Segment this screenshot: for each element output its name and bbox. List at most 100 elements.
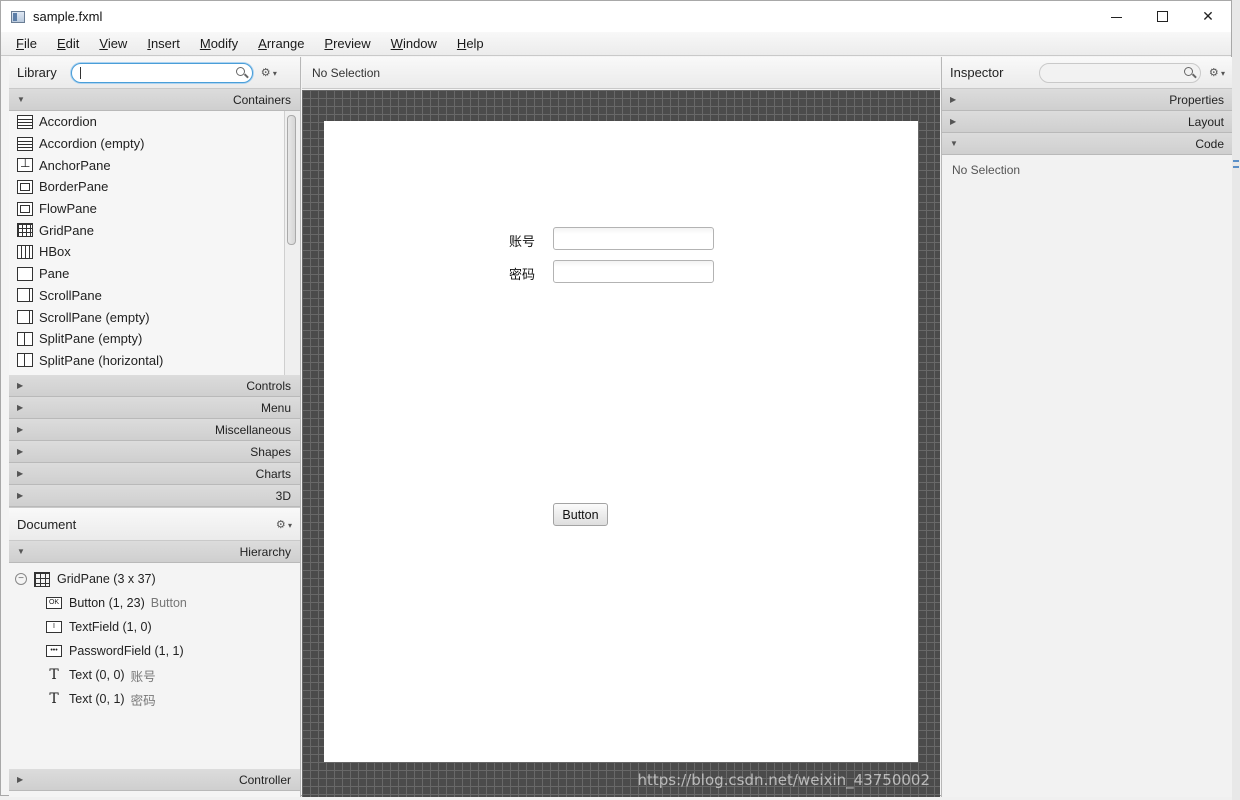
text-caret xyxy=(79,66,81,79)
library-gear-icon[interactable]: ⚙ xyxy=(261,66,277,79)
menu-window[interactable]: Window xyxy=(391,36,437,51)
triangle-down-icon: ▼ xyxy=(17,95,25,104)
menu-view[interactable]: View xyxy=(99,36,127,51)
menu-edit[interactable]: Edit xyxy=(57,36,79,51)
library-header: Library ⚙ xyxy=(9,57,300,89)
text-icon: T xyxy=(49,667,59,683)
account-field[interactable] xyxy=(553,227,714,250)
pane-icon xyxy=(17,266,33,281)
window-title: sample.fxml xyxy=(33,9,103,24)
minimize-button[interactable] xyxy=(1093,1,1139,32)
search-icon xyxy=(235,66,245,76)
app-window: sample.fxml ✕ File Edit View Insert Modi… xyxy=(0,0,1233,797)
design-canvas[interactable]: 账号 密码 Button https://blog.csdn.net/weixi… xyxy=(302,90,940,797)
tree-item[interactable]: OK Button (1, 23) Button xyxy=(9,591,300,615)
library-item[interactable]: SplitPane (horizontal) xyxy=(9,350,300,372)
collapse-icon[interactable]: − xyxy=(15,573,27,585)
flowpane-icon xyxy=(17,201,33,216)
inspector-title: Inspector xyxy=(950,65,1004,80)
library-list: Accordion Accordion (empty) AnchorPane B… xyxy=(9,111,300,375)
section-properties[interactable]: ▶ Properties xyxy=(942,89,1233,111)
library-item[interactable]: AnchorPane xyxy=(9,154,300,176)
library-item[interactable]: ScrollPane xyxy=(9,285,300,307)
library-item[interactable]: FlowPane xyxy=(9,198,300,220)
hierarchy-tree: − GridPane (3 x 37) OK Button (1, 23) But… xyxy=(9,563,300,769)
section-containers[interactable]: ▼ Containers xyxy=(9,89,300,111)
accordion-icon xyxy=(17,114,33,129)
library-title: Library xyxy=(17,65,57,80)
splitpane-icon xyxy=(17,331,33,346)
section-layout[interactable]: ▶ Layout xyxy=(942,111,1233,133)
scrollpane-icon xyxy=(17,310,33,325)
document-header: Document ⚙ xyxy=(9,507,300,541)
section-charts[interactable]: ▶ Charts xyxy=(9,463,300,485)
watermark: https://blog.csdn.net/weixin_43750002 xyxy=(637,771,930,789)
library-item[interactable]: SplitPane (empty) xyxy=(9,328,300,350)
library-scroll-track[interactable] xyxy=(284,111,300,375)
textfield-icon: I xyxy=(46,621,62,633)
close-button[interactable]: ✕ xyxy=(1185,1,1231,32)
section-shapes[interactable]: ▶ Shapes xyxy=(9,441,300,463)
content-breadcrumb: No Selection xyxy=(302,57,940,89)
triangle-right-icon: ▶ xyxy=(17,491,24,500)
tree-item[interactable]: I TextField (1, 0) xyxy=(9,615,300,639)
menu-insert[interactable]: Insert xyxy=(147,36,180,51)
library-item[interactable]: Accordion xyxy=(9,111,300,133)
selection-status: No Selection xyxy=(312,65,381,80)
triangle-right-icon: ▶ xyxy=(950,95,957,104)
password-field[interactable] xyxy=(553,260,714,283)
triangle-right-icon: ▶ xyxy=(17,403,24,412)
menu-file[interactable]: File xyxy=(16,36,37,51)
section-controls[interactable]: ▶ Controls xyxy=(9,375,300,397)
gridpane-stage[interactable]: 账号 密码 Button xyxy=(324,121,918,762)
section-menu[interactable]: ▶ Menu xyxy=(9,397,300,419)
library-item[interactable]: Accordion (empty) xyxy=(9,133,300,155)
accordion-icon xyxy=(17,136,33,151)
maximize-button[interactable] xyxy=(1139,1,1185,32)
inspector-gear-icon[interactable]: ⚙ xyxy=(1209,66,1225,79)
inspector-header: Inspector ⚙ xyxy=(942,57,1233,89)
triangle-down-icon: ▼ xyxy=(950,139,958,148)
app-icon xyxy=(11,10,25,23)
menu-modify[interactable]: Modify xyxy=(200,36,238,51)
scrollpane-icon xyxy=(17,288,33,303)
password-label[interactable]: 密码 xyxy=(509,264,535,283)
passwordfield-icon: ••• xyxy=(46,645,62,657)
gridpane-icon xyxy=(34,571,50,587)
section-hierarchy[interactable]: ▼ Hierarchy xyxy=(9,541,300,563)
tree-item[interactable]: T Text (0, 0) 账号 xyxy=(9,663,300,687)
menu-preview[interactable]: Preview xyxy=(324,36,370,51)
inspector-no-selection: No Selection xyxy=(952,163,1021,177)
search-icon xyxy=(1183,66,1193,76)
library-item[interactable]: ScrollPane (empty) xyxy=(9,306,300,328)
tree-root-gridpane[interactable]: − GridPane (3 x 37) xyxy=(9,567,300,591)
edge-mark xyxy=(1233,166,1239,168)
section-code[interactable]: ▼ Code xyxy=(942,133,1233,155)
account-label[interactable]: 账号 xyxy=(509,231,535,250)
inspector-search-input[interactable] xyxy=(1038,62,1201,83)
section-controller[interactable]: ▶ Controller xyxy=(9,769,300,791)
tree-item[interactable]: ••• PasswordField (1, 1) xyxy=(9,639,300,663)
close-icon: ✕ xyxy=(1202,8,1214,24)
menu-help[interactable]: Help xyxy=(457,36,484,51)
library-scrollbar-thumb[interactable] xyxy=(287,115,296,245)
section-miscellaneous[interactable]: ▶ Miscellaneous xyxy=(9,419,300,441)
library-item[interactable]: Pane xyxy=(9,263,300,285)
menu-bar: File Edit View Insert Modify Arrange Pre… xyxy=(1,32,1231,56)
library-item[interactable]: GridPane xyxy=(9,219,300,241)
anchorpane-icon xyxy=(17,156,33,173)
library-item[interactable]: HBox xyxy=(9,241,300,263)
document-gear-icon[interactable]: ⚙ xyxy=(276,518,292,531)
left-panel: Library ⚙ ▼ Containers Accordion Accordi… xyxy=(9,57,301,797)
section-3d[interactable]: ▶ 3D xyxy=(9,485,300,507)
library-search-input[interactable] xyxy=(70,62,253,83)
triangle-right-icon: ▶ xyxy=(950,117,957,126)
borderpane-icon xyxy=(17,179,33,194)
menu-arrange[interactable]: Arrange xyxy=(258,36,304,51)
form-button[interactable]: Button xyxy=(553,503,608,526)
maximize-icon xyxy=(1156,11,1168,22)
library-item[interactable]: BorderPane xyxy=(9,176,300,198)
tree-item[interactable]: T Text (0, 1) 密码 xyxy=(9,687,300,711)
inspector-panel: Inspector ⚙ ▶Properties ▶Layout ▼Code No… xyxy=(941,57,1233,797)
document-title: Document xyxy=(17,516,77,532)
